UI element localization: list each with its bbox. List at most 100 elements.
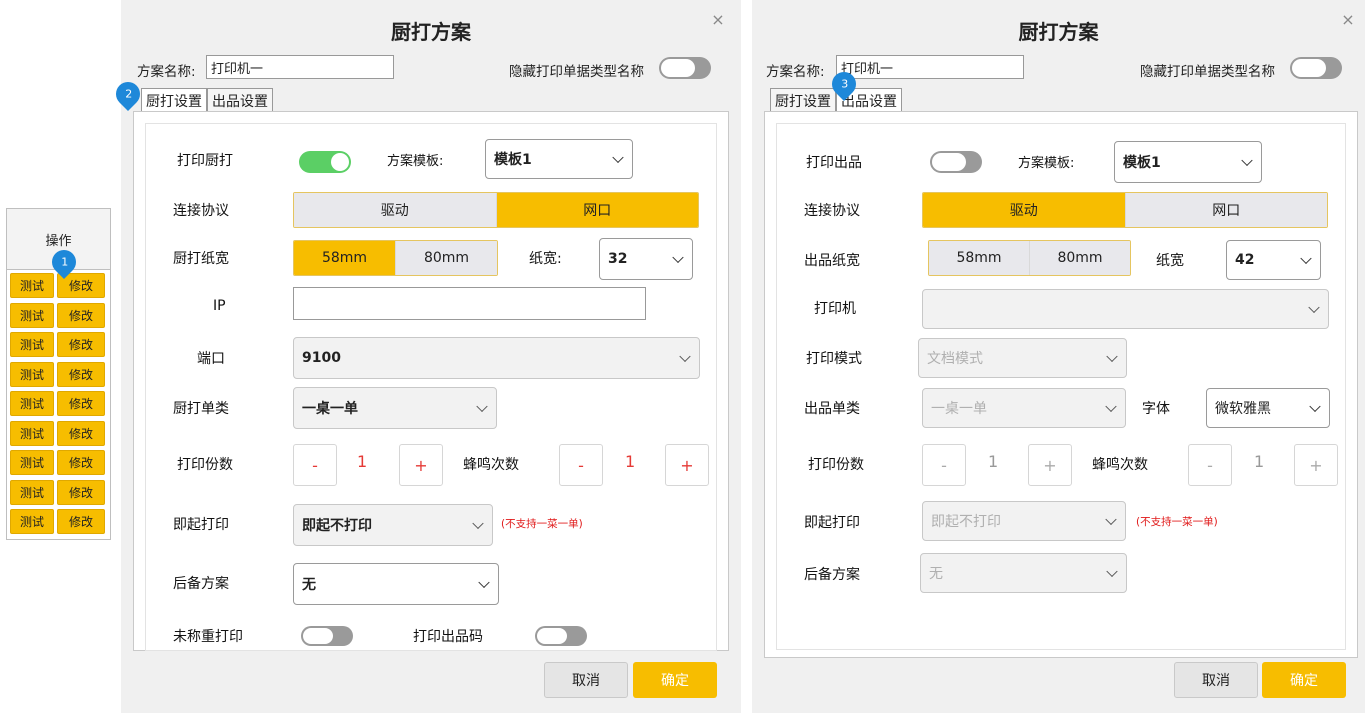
immediate-print-select[interactable]: 即起不打印 xyxy=(922,501,1126,541)
beep-plus-button[interactable]: + xyxy=(1294,444,1338,486)
edit-button[interactable]: 修改 xyxy=(57,509,105,534)
chevron-down-icon xyxy=(476,400,488,413)
tab-kitchen-settings[interactable]: 厨打设置 xyxy=(770,88,836,112)
cancel-button[interactable]: 取消 xyxy=(544,662,628,698)
chevron-down-icon xyxy=(679,350,691,363)
edit-button[interactable]: 修改 xyxy=(57,450,105,475)
char-width-value: 32 xyxy=(608,251,628,267)
dialog-title: 厨打方案 xyxy=(1018,20,1099,44)
backup-plan-select[interactable]: 无 xyxy=(293,563,499,605)
backup-plan-select[interactable]: 无 xyxy=(920,553,1127,593)
hide-type-toggle[interactable] xyxy=(659,57,711,79)
ip-input[interactable] xyxy=(293,287,646,320)
close-icon[interactable]: × xyxy=(1337,8,1359,30)
order-type-value: 一桌一单 xyxy=(302,401,358,417)
beep-plus-button[interactable]: + xyxy=(665,444,709,486)
backup-plan-label: 后备方案 xyxy=(804,567,860,583)
protocol-segment: 驱动 网口 xyxy=(293,192,699,228)
protocol-driver-option[interactable]: 驱动 xyxy=(294,193,496,227)
printer-label: 打印机 xyxy=(814,301,856,317)
char-width-select[interactable]: 42 xyxy=(1226,240,1321,280)
protocol-segment: 驱动 网口 xyxy=(922,192,1328,228)
test-button[interactable]: 测试 xyxy=(10,332,54,357)
unweighed-print-toggle[interactable] xyxy=(301,626,353,646)
copies-minus-button[interactable]: - xyxy=(293,444,337,486)
hide-type-toggle[interactable] xyxy=(1290,57,1342,79)
chevron-down-icon xyxy=(478,576,490,589)
edit-button[interactable]: 修改 xyxy=(57,302,105,328)
beep-label: 蜂鸣次数 xyxy=(1092,457,1148,473)
copies-minus-button[interactable]: - xyxy=(922,444,966,486)
paper-80mm-option[interactable]: 80mm xyxy=(1029,241,1130,275)
copies-label: 打印份数 xyxy=(808,457,864,473)
char-width-label: 纸宽 xyxy=(1156,253,1184,269)
scheme-name-label: 方案名称: xyxy=(766,64,825,80)
char-width-select[interactable]: 32 xyxy=(599,238,693,280)
test-button[interactable]: 测试 xyxy=(10,302,54,328)
copies-label: 打印份数 xyxy=(177,457,233,473)
confirm-button[interactable]: 确定 xyxy=(633,662,717,698)
template-label: 方案模板: xyxy=(387,154,444,169)
close-icon[interactable]: × xyxy=(707,8,729,30)
protocol-network-option[interactable]: 网口 xyxy=(1124,193,1327,227)
test-button[interactable]: 测试 xyxy=(10,420,54,446)
toggle-knob xyxy=(537,628,567,644)
cancel-button[interactable]: 取消 xyxy=(1174,662,1258,698)
template-label: 方案模板: xyxy=(1018,156,1075,171)
test-button[interactable]: 测试 xyxy=(10,450,54,475)
test-button[interactable]: 测试 xyxy=(10,509,54,534)
print-mode-select[interactable]: 文档模式 xyxy=(918,338,1127,378)
template-value: 模板1 xyxy=(494,152,532,168)
protocol-label: 连接协议 xyxy=(804,203,860,219)
copies-value: 1 xyxy=(988,452,999,471)
immediate-print-select[interactable]: 即起不打印 xyxy=(293,504,493,546)
printer-select[interactable] xyxy=(922,289,1329,329)
test-button[interactable]: 测试 xyxy=(10,479,54,505)
toggle-knob xyxy=(932,153,966,171)
scheme-name-input[interactable]: 打印机一 xyxy=(206,55,394,79)
paper-width-segment: 58mm 80mm xyxy=(293,240,498,276)
chevron-down-icon xyxy=(1105,513,1117,526)
port-select[interactable]: 9100 xyxy=(293,337,700,379)
test-button[interactable]: 测试 xyxy=(10,273,54,298)
tab-output-settings[interactable]: 出品设置 xyxy=(207,88,273,112)
scheme-name-input[interactable]: 打印机一 xyxy=(836,55,1024,79)
immediate-print-note: (不支持一菜一单) xyxy=(1136,516,1218,528)
beep-minus-button[interactable]: - xyxy=(559,444,603,486)
edit-button[interactable]: 修改 xyxy=(57,391,105,416)
paper-58mm-option[interactable]: 58mm xyxy=(929,241,1029,275)
copies-plus-button[interactable]: + xyxy=(399,444,443,486)
copies-plus-button[interactable]: + xyxy=(1028,444,1072,486)
order-type-select[interactable]: 一桌一单 xyxy=(293,387,497,429)
chevron-down-icon xyxy=(1308,301,1320,314)
edit-button[interactable]: 修改 xyxy=(57,479,105,505)
chevron-down-icon xyxy=(472,517,484,530)
paper-80mm-option[interactable]: 80mm xyxy=(395,241,497,275)
edit-button[interactable]: 修改 xyxy=(57,361,105,387)
protocol-driver-option[interactable]: 驱动 xyxy=(923,193,1125,227)
kitchen-print-dialog-left: 厨打方案 × 方案名称: 打印机一 隐藏打印单据类型名称 厨打设置 出品设置 打… xyxy=(121,0,741,713)
edit-button[interactable]: 修改 xyxy=(57,332,105,357)
confirm-button[interactable]: 确定 xyxy=(1262,662,1346,698)
order-type-label: 厨打单类 xyxy=(173,401,229,417)
beep-minus-button[interactable]: - xyxy=(1188,444,1232,486)
template-select[interactable]: 模板1 xyxy=(1114,141,1262,183)
font-select[interactable]: 微软雅黑 xyxy=(1206,388,1330,428)
protocol-network-option[interactable]: 网口 xyxy=(495,193,698,227)
order-type-select[interactable]: 一桌一单 xyxy=(922,388,1126,428)
print-kitchen-toggle[interactable] xyxy=(299,151,351,173)
print-output-toggle[interactable] xyxy=(930,151,982,173)
test-button[interactable]: 测试 xyxy=(10,361,54,387)
template-value: 模板1 xyxy=(1123,155,1161,171)
print-mode-label: 打印模式 xyxy=(806,351,862,367)
template-select[interactable]: 模板1 xyxy=(485,139,633,179)
hide-type-label: 隐藏打印单据类型名称 xyxy=(509,64,644,80)
edit-button[interactable]: 修改 xyxy=(57,420,105,446)
test-button[interactable]: 测试 xyxy=(10,391,54,416)
paper-58mm-option[interactable]: 58mm xyxy=(294,241,395,275)
tab-kitchen-settings[interactable]: 厨打设置 xyxy=(141,88,207,112)
scheme-name-label: 方案名称: xyxy=(137,64,196,80)
char-width-value: 42 xyxy=(1235,252,1255,268)
print-code-toggle[interactable] xyxy=(535,626,587,646)
ip-label: IP xyxy=(213,298,226,314)
